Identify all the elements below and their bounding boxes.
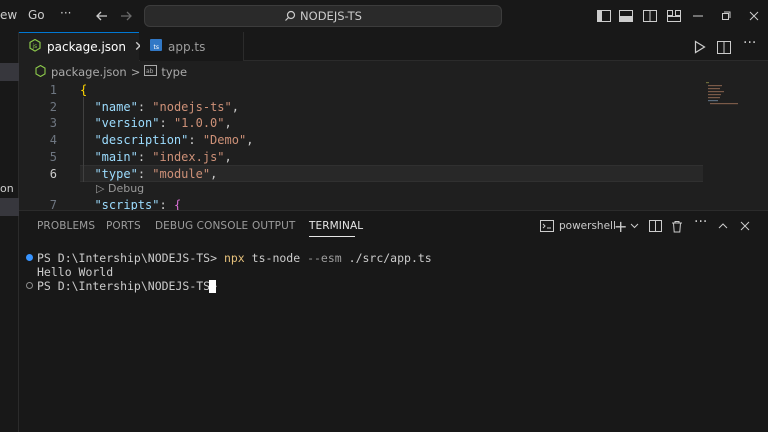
more-actions-icon[interactable]: ···	[743, 35, 756, 51]
command-center-search[interactable]: NODEJS-TS	[144, 5, 502, 27]
code-line[interactable]: "name": "nodejs-ts",	[80, 100, 239, 114]
toggle-secondary-sidebar-icon[interactable]	[640, 6, 660, 26]
code-line[interactable]: "main": "index.js",	[80, 150, 231, 164]
typescript-icon: ts	[150, 39, 162, 54]
prompt: PS D:\Intership\NODEJS-TS>	[37, 251, 218, 265]
menu-more[interactable]: ···	[60, 6, 71, 20]
line-number: 5	[49, 150, 57, 164]
command-success-dot[interactable]	[26, 254, 33, 261]
line-number: 2	[49, 100, 57, 114]
side-strip	[0, 32, 19, 432]
search-icon	[285, 10, 296, 21]
close-panel-icon[interactable]	[740, 217, 750, 235]
command: npx	[223, 251, 245, 265]
breadcrumb-file[interactable]: package.json	[51, 65, 127, 79]
command-arg: ts-node	[251, 251, 301, 265]
codelens-label: Debug	[107, 182, 145, 195]
tab-label: app.ts	[168, 39, 206, 54]
line-number: 4	[49, 133, 57, 147]
line-number: 1	[49, 83, 57, 97]
maximize-panel-chevron-up-icon[interactable]	[718, 217, 728, 235]
chevron-down-icon[interactable]	[630, 217, 639, 235]
sidebar-selected-item[interactable]	[0, 63, 19, 81]
customize-layout-icon[interactable]	[664, 6, 684, 26]
sidebar-selected-item-2[interactable]	[0, 198, 19, 216]
tab-package-json[interactable]: js package.json ✕	[19, 32, 146, 61]
terminal-icon	[540, 220, 554, 232]
new-terminal-plus-icon[interactable]: +	[614, 217, 627, 236]
line-number: 3	[49, 116, 57, 130]
split-terminal-icon[interactable]	[649, 217, 662, 235]
terminal-output: Hello World	[37, 265, 114, 279]
code-line[interactable]: {	[80, 83, 87, 97]
panel-tab-terminal[interactable]: TERMINAL	[309, 220, 363, 232]
svg-text:js: js	[31, 43, 37, 50]
panel-tab-output[interactable]: OUTPUT	[252, 220, 295, 232]
code-line[interactable]: "description": "Demo",	[80, 133, 253, 147]
node-icon: js	[29, 38, 41, 55]
more-actions-icon[interactable]: ···	[694, 213, 707, 231]
panel-tab-debug-console[interactable]: DEBUG CONSOLE	[155, 220, 248, 232]
terminal-shell-selector[interactable]: powershell	[540, 217, 616, 235]
breadcrumb: package.json > ab type	[19, 62, 187, 82]
menu-go[interactable]: Go	[28, 8, 45, 22]
command-flag: --esm	[307, 251, 342, 265]
tab-app-ts[interactable]: ts app.ts	[140, 32, 244, 61]
active-tab-indicator	[309, 236, 355, 237]
close-icon[interactable]	[744, 6, 764, 26]
svg-text:ab: ab	[146, 68, 154, 75]
code-line[interactable]: "type": "module",	[80, 167, 217, 181]
bottom-panel	[19, 210, 768, 432]
line-number: 6	[49, 167, 57, 181]
tab-label: package.json	[47, 40, 127, 54]
node-icon	[35, 64, 46, 80]
command-pending-dot[interactable]	[26, 282, 33, 289]
toggle-panel-icon[interactable]	[616, 6, 636, 26]
back-arrow-icon[interactable]	[92, 6, 112, 26]
command-arg: ./src/app.ts	[348, 251, 432, 265]
terminal-prompt: PS D:\Intership\NODEJS-TS>	[37, 279, 218, 293]
split-editor-icon[interactable]	[717, 39, 731, 58]
workspace-name: NODEJS-TS	[300, 9, 362, 23]
debug-play-icon: ▷	[96, 182, 105, 195]
forward-arrow-icon[interactable]	[116, 6, 136, 26]
sidebar-partial-label: on	[0, 182, 14, 195]
svg-text:ts: ts	[154, 44, 159, 51]
terminal-cursor	[209, 280, 216, 293]
trash-icon[interactable]	[671, 217, 683, 235]
menu-view[interactable]: ew	[0, 8, 17, 22]
panel-tab-ports[interactable]: PORTS	[106, 220, 141, 232]
terminal-command-line: PS D:\Intership\NODEJS-TS> npx ts-node -…	[37, 251, 432, 265]
breadcrumb-symbol[interactable]: type	[161, 65, 187, 79]
shell-name: powershell	[559, 220, 616, 232]
minimize-icon[interactable]	[688, 6, 708, 26]
debug-codelens[interactable]: ▷ Debug	[96, 182, 144, 195]
panel-tab-problems[interactable]: PROBLEMS	[37, 220, 95, 232]
minimap[interactable]	[704, 82, 754, 112]
breadcrumb-separator: >	[130, 65, 141, 79]
symbol-icon: ab	[144, 65, 158, 79]
restore-icon[interactable]	[716, 6, 736, 26]
code-line[interactable]: "version": "1.0.0",	[80, 116, 231, 130]
run-icon[interactable]	[694, 39, 706, 58]
toggle-sidebar-icon[interactable]	[594, 6, 614, 26]
